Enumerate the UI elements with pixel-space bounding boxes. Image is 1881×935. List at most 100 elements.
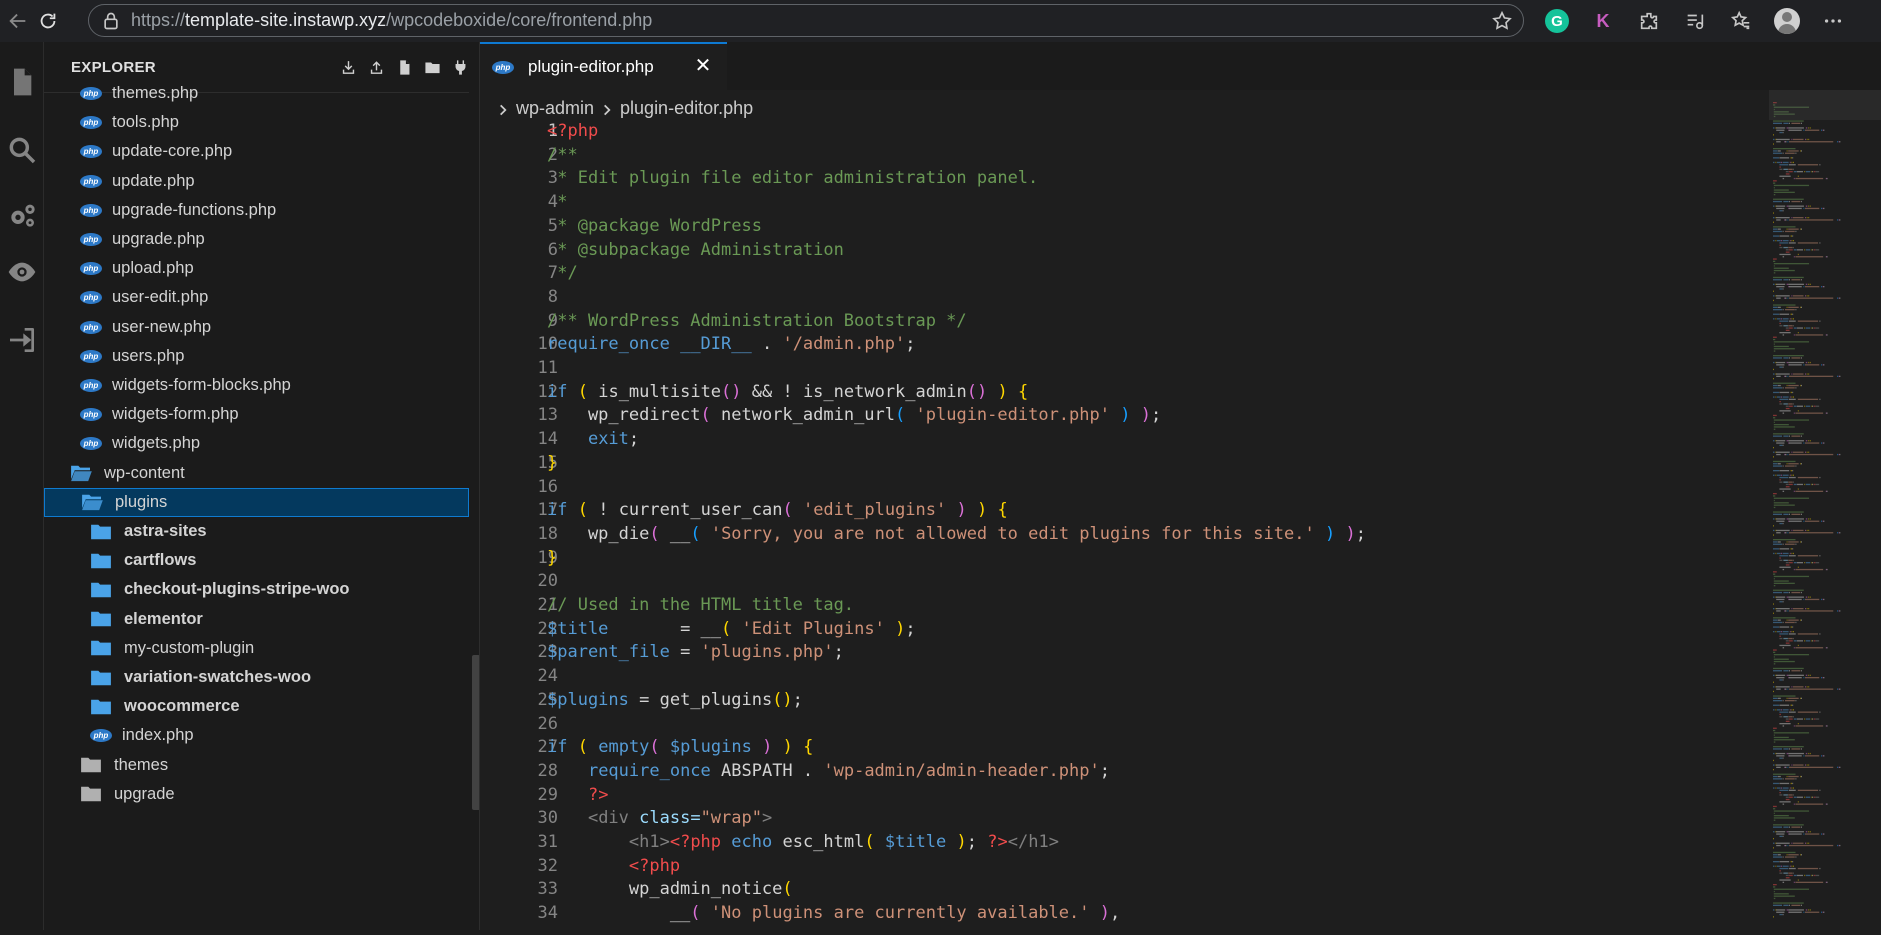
breadcrumb-file[interactable]: plugin-editor.php <box>620 98 753 119</box>
code-line[interactable]: 22 $title = __( 'Edit Plugins' ); <box>480 618 1760 642</box>
code-line[interactable]: 32 <?php <box>480 855 1760 879</box>
download-icon[interactable] <box>337 56 359 78</box>
tree-file-item[interactable]: php widgets-form.php <box>44 400 469 429</box>
code-line[interactable]: 15} <box>480 452 1760 476</box>
code-line[interactable]: 1 <?php <box>480 120 1760 144</box>
tree-folder-item[interactable]: astra-sites <box>44 517 469 546</box>
tree-file-item[interactable]: php index.php <box>44 721 469 750</box>
code-line[interactable]: 27 if ( empty( $plugins ) ) { <box>480 736 1760 760</box>
tree-folder-item[interactable]: variation-swatches-woo <box>44 663 469 692</box>
tree-folder-item[interactable]: woocommerce <box>44 692 469 721</box>
minimap-viewport[interactable] <box>1769 90 1881 120</box>
code-line[interactable]: 2/** <box>480 144 1760 168</box>
code-line[interactable]: 18 wp_die( __( 'Sorry, you are not allow… <box>480 523 1760 547</box>
code-line[interactable]: 8 <box>480 286 1760 310</box>
code-line[interactable]: 28 require_once ABSPATH . 'wp-admin/admi… <box>480 760 1760 784</box>
settings-gears-icon[interactable] <box>4 198 40 234</box>
upload-icon[interactable] <box>365 56 387 78</box>
tree-file-item[interactable]: php tools.php <box>44 108 469 137</box>
code-line[interactable]: 11 <box>480 357 1760 381</box>
k-extension[interactable]: K <box>1580 0 1626 42</box>
minimap-mark <box>1783 872 1788 874</box>
tree-folder-item[interactable]: themes <box>44 751 469 780</box>
new-file-icon[interactable] <box>393 56 415 78</box>
tree-folder-item[interactable]: upgrade <box>44 780 469 809</box>
tree-file-item[interactable]: php widgets-form-blocks.php <box>44 371 469 400</box>
code-line[interactable]: 7 */ <box>480 262 1760 286</box>
code-line[interactable]: 24 <box>480 665 1760 689</box>
files-icon[interactable] <box>4 64 40 100</box>
lock-icon[interactable] <box>101 11 121 31</box>
code-line[interactable]: 29 ?> <box>480 784 1760 808</box>
code-line[interactable]: 26 <box>480 713 1760 737</box>
code-line[interactable]: 33 wp_admin_notice( <box>480 878 1760 902</box>
code-line[interactable]: 30 <div class="wrap"> <box>480 807 1760 831</box>
reload-icon[interactable] <box>30 3 66 39</box>
code-area[interactable]: 1 <?php 2/** 3 * Edit plugin file editor ad… <box>480 120 1760 930</box>
code-line[interactable]: 4 * <box>480 191 1760 215</box>
code-line[interactable]: 13 wp_redirect( network_admin_url( 'plug… <box>480 404 1760 428</box>
tree-folder-item[interactable]: my-custom-plugin <box>44 634 469 663</box>
preview-eye-icon[interactable] <box>4 254 40 290</box>
tree-file-item[interactable]: php users.php <box>44 342 469 371</box>
code-line[interactable]: 12 if ( is_multisite() && ! is_network_ad… <box>480 381 1760 405</box>
url-text[interactable]: https://template-site.instawp.xyz/wpcode… <box>131 10 652 31</box>
tree-folder-item[interactable]: checkout-plugins-stripe-woo <box>44 575 469 604</box>
tree-file-item[interactable]: php upgrade.php <box>44 225 469 254</box>
close-icon[interactable]: ✕ <box>693 56 713 76</box>
code-line[interactable]: 5 * @package WordPress <box>480 215 1760 239</box>
minimap[interactable] <box>1769 90 1881 930</box>
code-line[interactable]: 3 * Edit plugin file editor administrati… <box>480 167 1760 191</box>
new-folder-icon[interactable] <box>421 56 443 78</box>
code-line[interactable]: 16 <box>480 476 1760 500</box>
tree-folder-item[interactable]: elementor <box>44 605 469 634</box>
code-line[interactable]: 14 exit; <box>480 428 1760 452</box>
search-icon[interactable] <box>4 132 40 168</box>
minimap-mark <box>1781 631 1782 633</box>
code-line[interactable]: 21// Used in the HTML title tag. <box>480 594 1760 618</box>
breadcrumb-folder[interactable]: wp-admin <box>516 98 594 119</box>
code-line[interactable]: 23 $parent_file = 'plugins.php'; <box>480 641 1760 665</box>
tree-file-item[interactable]: php upload.php <box>44 254 469 283</box>
tree-file-item[interactable]: php themes.php <box>44 79 469 108</box>
minimap-mark <box>1776 831 1786 833</box>
tree-file-item[interactable]: php update-core.php <box>44 137 469 166</box>
tab-plugin-editor[interactable]: php plugin-editor.php ✕ <box>480 42 727 90</box>
tree-file-item[interactable]: php update.php <box>44 167 469 196</box>
tree-file-item[interactable]: php user-edit.php <box>44 283 469 312</box>
tree-folder-item[interactable]: wp-content <box>44 459 469 488</box>
extensions-puzzle-icon[interactable] <box>1626 0 1672 42</box>
code-line[interactable]: 17 if ( ! current_user_can( 'edit_plugins… <box>480 499 1760 523</box>
code-line[interactable]: 9/** WordPress Administration Bootstrap … <box>480 310 1760 334</box>
tree-folder-item[interactable]: cartflows <box>44 546 469 575</box>
media-control-icon[interactable] <box>1672 0 1718 42</box>
plugin-icon[interactable] <box>449 56 471 78</box>
grammarly-extension[interactable]: G <box>1534 0 1580 42</box>
tree-file-item[interactable]: php user-new.php <box>44 313 469 342</box>
profile-button[interactable] <box>1764 0 1810 42</box>
tree-file-item[interactable]: php widgets.php <box>44 429 469 458</box>
explorer-scrollbar[interactable] <box>472 655 479 810</box>
code-line[interactable]: 34 __( 'No plugins are currently availab… <box>480 902 1760 926</box>
code-line[interactable]: 19} <box>480 547 1760 571</box>
minimap-mark <box>1793 171 1797 173</box>
bookmark-star-icon[interactable] <box>1491 10 1513 32</box>
tree-file-item[interactable]: php upgrade-functions.php <box>44 196 469 225</box>
minimap-mark <box>1787 688 1789 690</box>
address-bar[interactable]: https://template-site.instawp.xyz/wpcode… <box>88 4 1524 37</box>
favorites-icon[interactable] <box>1718 0 1764 42</box>
exit-icon[interactable] <box>4 322 40 358</box>
tree-folder-item[interactable]: plugins <box>44 487 469 517</box>
minimap-mark <box>1773 122 1782 124</box>
code-line[interactable]: 20 <box>480 570 1760 594</box>
code-line[interactable]: 10 require_once __DIR__ . '/admin.php'; <box>480 333 1760 357</box>
minimap-mark <box>1782 152 1784 154</box>
code-line[interactable]: 25 $plugins = get_plugins(); <box>480 689 1760 713</box>
minimap-mark <box>1785 483 1789 486</box>
minimap-mark <box>1789 552 1791 555</box>
code-line[interactable]: 6 * @subpackage Administration <box>480 239 1760 263</box>
menu-icon[interactable] <box>1810 0 1856 42</box>
minimap-mark <box>1815 405 1820 407</box>
minimap-mark <box>1773 571 1777 573</box>
code-line[interactable]: 31 <h1><?php echo esc_html( $title ); ?>… <box>480 831 1760 855</box>
